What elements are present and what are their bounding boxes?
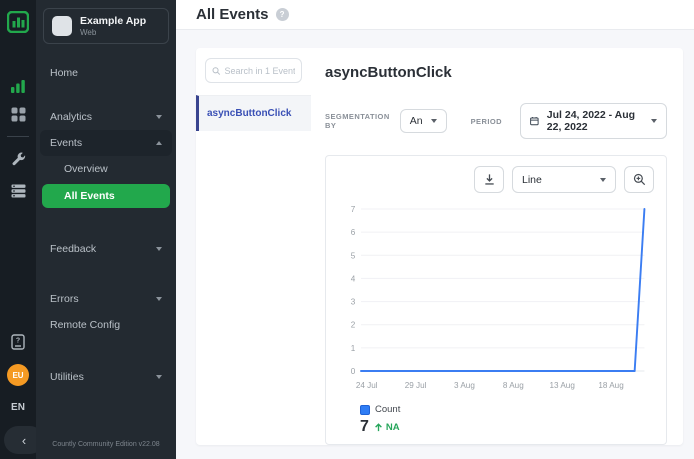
content-area: asyncButtonClick asyncButtonClick SEGMEN… (176, 30, 694, 459)
sidebar-item-label: Remote Config (50, 319, 120, 331)
chevron-up-icon (156, 141, 162, 145)
sidebar-item-label: All Events (64, 190, 115, 202)
svg-text:4: 4 (351, 273, 356, 283)
svg-text:0: 0 (351, 366, 356, 376)
chevron-down-icon (600, 178, 606, 182)
chart-toolbar: Line (338, 166, 654, 193)
total-value: 7 (360, 418, 369, 436)
sidebar-item-label: Home (50, 67, 78, 79)
event-search (205, 58, 302, 83)
chevron-down-icon (156, 375, 162, 379)
apps-grid-icon[interactable] (0, 100, 36, 128)
chevron-down-icon (431, 119, 437, 123)
chart-type-value: Line (522, 174, 542, 186)
help-icon[interactable]: ? (276, 8, 289, 21)
sidebar-item-feedback[interactable]: Feedback (36, 236, 176, 262)
chart-wrap: 0 1 2 3 4 5 6 7 24 Jul 29 Jul 3 Aug 8 Aug 13 Aug 18 A… (338, 199, 654, 402)
events-card: asyncButtonClick asyncButtonClick SEGMEN… (196, 48, 683, 445)
period-value: Jul 24, 2022 - Aug 22, 2022 (547, 109, 643, 133)
event-detail-panel: asyncButtonClick SEGMENTATION BY An PERI… (311, 48, 683, 445)
segmentation-value: An (410, 115, 423, 127)
sidebar-item-label: Analytics (50, 111, 92, 123)
icon-rail: ? EU EN ‹ (0, 0, 36, 459)
zoom-chart-button[interactable] (624, 166, 654, 193)
countly-app: ? EU EN ‹ Example App Web Home Analytics… (0, 0, 694, 459)
chart-type-dropdown[interactable]: Line (512, 166, 616, 193)
legend-item-count[interactable]: Count (338, 404, 654, 415)
version-label: Countly Community Edition v22.08 (36, 441, 176, 448)
events-list-panel: asyncButtonClick (196, 48, 311, 445)
svg-text:7: 7 (351, 204, 356, 214)
period-dropdown[interactable]: Jul 24, 2022 - Aug 22, 2022 (520, 103, 667, 139)
user-avatar[interactable]: EU (7, 364, 29, 386)
segmentation-dropdown[interactable]: An (400, 109, 447, 133)
trend-indicator: NA (374, 422, 400, 433)
page-header: All Events ? (176, 0, 694, 30)
app-name: Example App (80, 15, 146, 28)
countly-logo-icon[interactable] (0, 8, 36, 36)
sidebar-item-events-overview[interactable]: Overview (36, 156, 176, 182)
calendar-icon (530, 115, 539, 127)
sidebar-nav: Home Analytics Events Overview All Event… (36, 60, 176, 390)
svg-text:2: 2 (351, 320, 356, 330)
page-title: All Events (196, 6, 269, 23)
svg-text:8 Aug: 8 Aug (503, 380, 524, 390)
svg-text:18 Aug: 18 Aug (598, 380, 624, 390)
event-search-input[interactable] (225, 66, 296, 76)
sidebar-item-label: Feedback (50, 243, 96, 255)
chevron-down-icon (156, 297, 162, 301)
period-label: PERIOD (471, 117, 502, 126)
sidebar-item-errors[interactable]: Errors (36, 286, 176, 312)
legend-label: Count (375, 404, 400, 415)
sidebar-item-all-events[interactable]: All Events (42, 184, 170, 208)
download-icon (483, 173, 496, 186)
guides-help-icon[interactable]: ? (0, 328, 36, 356)
analytics-bars-icon[interactable] (0, 72, 36, 100)
sidebar-item-analytics[interactable]: Analytics (36, 104, 176, 130)
svg-text:3: 3 (351, 296, 356, 306)
chart-panel: Line 0 1 2 3 4 5 6 7 24 Jul 29 Jul 3 Aug 8 Aug 13 Au… (325, 155, 667, 445)
sidebar-item-remote-config[interactable]: Remote Config (36, 312, 176, 338)
sidebar-item-label: Overview (64, 163, 108, 175)
chevron-down-icon (156, 247, 162, 251)
chevron-down-icon (156, 115, 162, 119)
svg-text:5: 5 (351, 250, 356, 260)
sidebar-item-label: Errors (50, 293, 79, 305)
search-icon (212, 66, 221, 76)
main-area: All Events ? asyncButtonClick asyncButto… (176, 0, 694, 459)
svg-text:24 Jul: 24 Jul (356, 380, 378, 390)
svg-text:6: 6 (351, 227, 356, 237)
controls-row: SEGMENTATION BY An PERIOD Jul 24, 2022 -… (325, 103, 667, 139)
svg-text:13 Aug: 13 Aug (550, 380, 576, 390)
app-selector[interactable]: Example App Web (43, 8, 169, 44)
svg-text:1: 1 (351, 343, 356, 353)
sidebar: Example App Web Home Analytics Events Ov… (36, 0, 176, 459)
event-title: asyncButtonClick (325, 64, 667, 81)
total-stat: 7 NA (338, 418, 654, 436)
data-manager-icon[interactable] (0, 177, 36, 205)
download-button[interactable] (474, 166, 504, 193)
svg-text:?: ? (16, 338, 20, 345)
trend-value: NA (386, 422, 400, 433)
sidebar-item-home[interactable]: Home (36, 60, 176, 86)
language-selector[interactable]: EN (11, 402, 25, 413)
sidebar-item-utilities[interactable]: Utilities (36, 364, 176, 390)
app-thumbnail (52, 16, 72, 36)
app-type: Web (80, 28, 146, 37)
rail-divider (7, 136, 29, 137)
svg-text:3 Aug: 3 Aug (454, 380, 475, 390)
event-list-item-selected[interactable]: asyncButtonClick (196, 95, 311, 131)
segmentation-label: SEGMENTATION BY (325, 112, 390, 130)
sidebar-item-events[interactable]: Events (40, 130, 172, 156)
settings-wrench-icon[interactable] (0, 145, 36, 173)
svg-text:29 Jul: 29 Jul (405, 380, 427, 390)
arrow-up-icon (374, 423, 383, 432)
line-chart: 0 1 2 3 4 5 6 7 24 Jul 29 Jul 3 Aug 8 Aug 13 Aug 18 A… (338, 199, 654, 397)
magnifier-plus-icon (633, 173, 646, 186)
legend-swatch (360, 405, 370, 415)
sidebar-item-label: Utilities (50, 371, 84, 383)
chevron-down-icon (651, 119, 657, 123)
sidebar-item-label: Events (50, 137, 82, 149)
